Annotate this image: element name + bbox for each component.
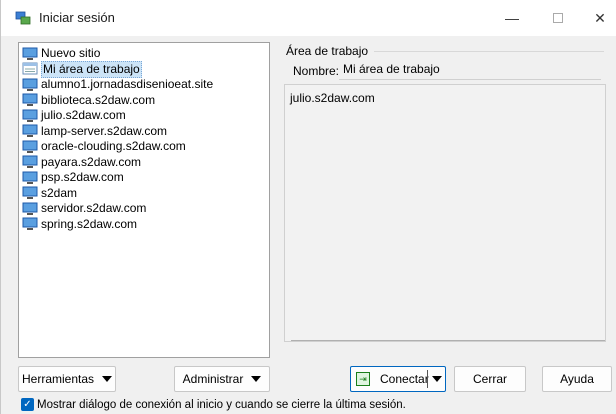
tree-item[interactable]: julio.s2daw.com: [22, 108, 266, 124]
computer-icon: [22, 93, 38, 107]
tree-item-label: lamp-server.s2daw.com: [41, 123, 168, 138]
tree-item[interactable]: s2dam: [22, 186, 266, 202]
tree-item-label: psp.s2daw.com: [41, 170, 124, 185]
minimize-button[interactable]: —: [489, 0, 535, 36]
tree-item-label: julio.s2daw.com: [41, 108, 126, 123]
tree-item[interactable]: psp.s2daw.com: [22, 170, 266, 186]
app-icon: [15, 11, 31, 25]
tree-item[interactable]: payara.s2daw.com: [22, 155, 266, 171]
title-bar[interactable]: Iniciar sesión — ✕: [1, 0, 616, 36]
computer-icon: [22, 171, 38, 184]
tree-item-label: s2dam: [41, 185, 78, 200]
tree-item-label: oracle-clouding.s2daw.com: [41, 139, 186, 154]
connect-button[interactable]: ⇥ Conectar: [350, 366, 446, 392]
close-button[interactable]: Cerrar: [454, 366, 526, 392]
computer-icon: [22, 186, 38, 200]
tools-button-label: Herramientas: [21, 372, 95, 386]
admin-button-label: Administrar: [182, 372, 244, 386]
login-dialog: Iniciar sesión — ✕ Nuevo sitio Mi área d…: [0, 0, 616, 414]
summary-box: julio.s2daw.com: [284, 84, 606, 342]
tree-item[interactable]: oracle-clouding.s2daw.com: [22, 139, 266, 155]
show-dialog-option[interactable]: ✓ Mostrar diálogo de conexión al inicio …: [21, 398, 406, 411]
computer-icon: [22, 202, 38, 215]
window-title: Iniciar sesión: [39, 10, 115, 25]
details-panel: Área de trabajo Nombre: Mi área de traba…: [279, 42, 613, 352]
admin-button[interactable]: Administrar: [174, 366, 270, 392]
name-label: Nombre:: [293, 64, 340, 78]
tree-item-label: alumno1.jornadasdisenioeat.site: [41, 77, 214, 92]
new-site-icon: [22, 47, 38, 60]
tree-item-label: servidor.s2daw.com: [41, 201, 147, 216]
chevron-down-icon: [251, 376, 262, 382]
connect-button-label: Conectar: [380, 372, 429, 386]
maximize-icon: [553, 13, 563, 23]
tree-item[interactable]: servidor.s2daw.com: [22, 201, 266, 217]
checkbox-label: Mostrar diálogo de conexión al inicio y …: [37, 398, 406, 411]
close-window-button[interactable]: ✕: [577, 0, 616, 36]
computer-icon: [22, 140, 38, 153]
computer-icon: [22, 109, 38, 122]
tree-item[interactable]: lamp-server.s2daw.com: [22, 124, 266, 140]
chevron-down-icon: [102, 376, 113, 382]
tree-item[interactable]: alumno1.jornadasdisenioeat.site: [22, 77, 266, 93]
tree-item-label: payara.s2daw.com: [41, 154, 142, 169]
name-field[interactable]: Mi área de trabajo: [339, 60, 601, 80]
tree-item[interactable]: spring.s2daw.com: [22, 217, 266, 233]
split-divider: [427, 370, 428, 388]
computer-icon: [22, 78, 38, 91]
checkbox-checked-icon[interactable]: ✓: [21, 398, 34, 411]
maximize-button[interactable]: [535, 0, 581, 36]
tree-item-label: biblioteca.s2daw.com: [41, 92, 156, 107]
tree-item-label: spring.s2daw.com: [41, 216, 138, 231]
connect-icon: ⇥: [356, 372, 370, 386]
help-button[interactable]: Ayuda: [542, 366, 612, 392]
panel-divider: [291, 340, 605, 341]
tree-item-selected[interactable]: Mi área de trabajo: [22, 60, 266, 78]
tree-item[interactable]: Nuevo sitio: [22, 46, 266, 62]
site-tree[interactable]: Nuevo sitio Mi área de trabajo alumno1.j…: [18, 42, 270, 358]
computer-icon: [22, 124, 38, 138]
group-divider: [374, 51, 604, 52]
computer-icon: [22, 217, 38, 231]
summary-text: julio.s2daw.com: [290, 91, 375, 105]
tools-button[interactable]: Herramientas: [18, 366, 116, 392]
group-title: Área de trabajo: [286, 44, 372, 58]
chevron-down-icon[interactable]: [432, 376, 442, 382]
computer-icon: [22, 155, 38, 169]
workspace-icon: [22, 62, 38, 75]
tree-item-label: Mi área de trabajo: [41, 60, 142, 78]
tree-item-label: Nuevo sitio: [41, 46, 101, 61]
tree-item[interactable]: biblioteca.s2daw.com: [22, 93, 266, 109]
